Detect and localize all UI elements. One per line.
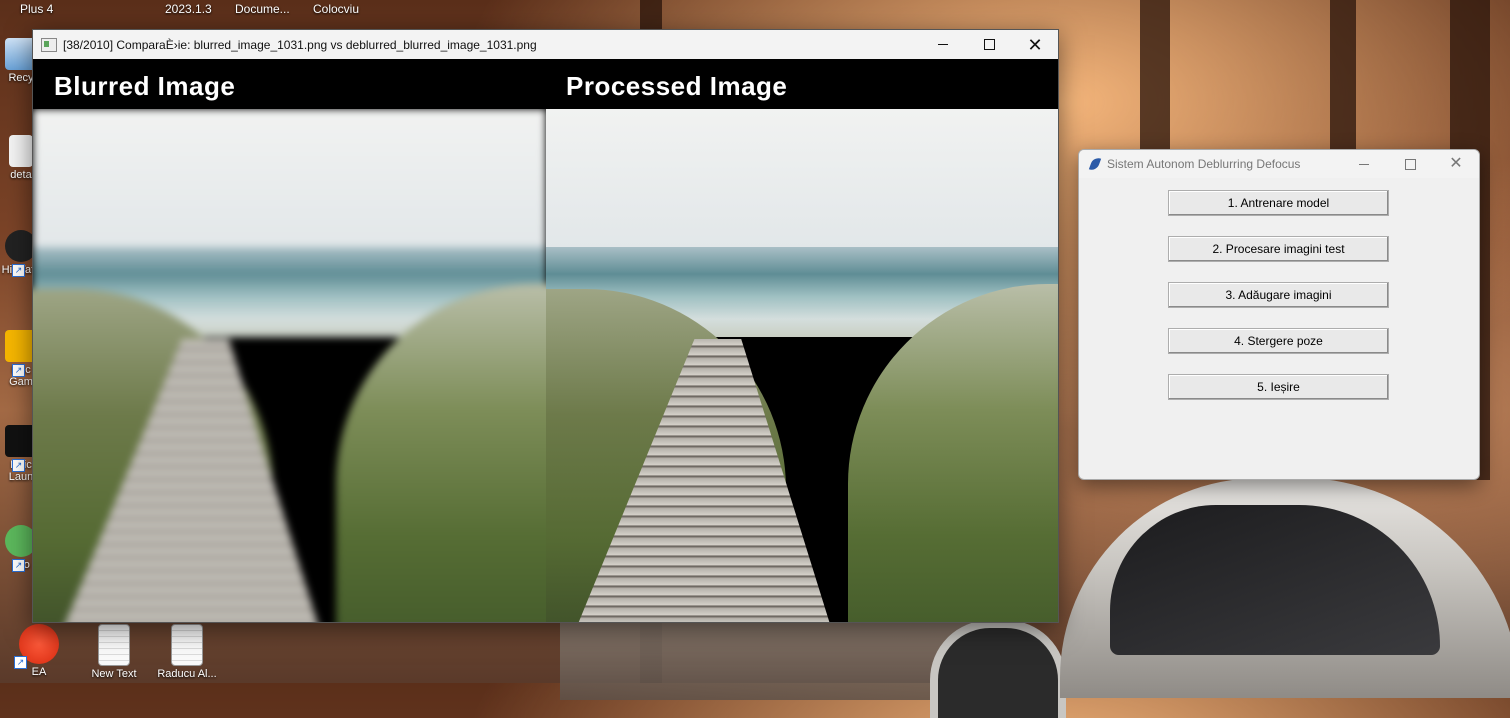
process-test-images-button[interactable]: 2. Procesare imagini test <box>1168 236 1389 262</box>
desktop-icon-ea[interactable]: ↗ EA <box>14 624 64 678</box>
blurred-image <box>33 109 546 622</box>
maximize-button[interactable] <box>966 30 1012 59</box>
close-button[interactable]: ✕ <box>1012 30 1058 59</box>
text-file-icon <box>171 624 203 666</box>
shortcut-arrow-icon: ↗ <box>12 459 25 472</box>
minimize-icon <box>938 44 948 45</box>
background-road <box>560 620 980 700</box>
background-car-wheel <box>930 620 1066 718</box>
desktop-icon-label: EA <box>31 666 47 678</box>
app-window-title: Sistem Autonom Deblurring Defocus <box>1107 157 1301 171</box>
delete-photos-button[interactable]: 4. Stergere poze <box>1168 328 1389 354</box>
desktop-icon-label: deta <box>10 169 32 181</box>
text-file-icon <box>98 624 130 666</box>
image-viewer-icon <box>41 37 57 52</box>
image-header-row: Blurred Image Processed Image <box>33 59 1058 109</box>
close-icon: ✕ <box>1449 155 1463 172</box>
shortcut-arrow-icon: ↗ <box>12 559 25 572</box>
desktop-icon-label: Raducu Al... <box>157 668 217 680</box>
close-button[interactable]: ✕ <box>1433 150 1479 178</box>
shortcut-arrow-icon: ↗ <box>12 264 25 277</box>
feather-icon <box>1088 156 1102 172</box>
desktop-icon-label: New Text <box>91 668 137 680</box>
minimize-icon <box>1359 163 1369 165</box>
desktop-top-label[interactable]: Plus 4 <box>20 2 53 16</box>
comparison-window-titlebar[interactable]: [38/2010] ComparaÈ›ie: blurred_image_103… <box>33 30 1058 59</box>
maximize-button[interactable] <box>1387 150 1433 178</box>
desktop-icon-new-text[interactable]: New Text <box>84 624 144 680</box>
comparison-window[interactable]: [38/2010] ComparaÈ›ie: blurred_image_103… <box>32 29 1059 623</box>
document-icon <box>9 135 33 167</box>
add-images-button[interactable]: 3. Adăugare imagini <box>1168 282 1389 308</box>
maximize-icon <box>1404 158 1416 170</box>
desktop-top-label[interactable]: Colocviu <box>313 2 359 16</box>
minimize-button[interactable] <box>1341 150 1387 178</box>
desktop-icon-document[interactable]: Raducu Al... <box>152 624 222 680</box>
app-window-titlebar[interactable]: Sistem Autonom Deblurring Defocus ✕ <box>1079 150 1479 178</box>
train-model-button[interactable]: 1. Antrenare model <box>1168 190 1389 216</box>
blurred-image-title: Blurred Image <box>54 71 236 101</box>
desktop-icon-label: Recy <box>8 72 34 84</box>
processed-image-title: Processed Image <box>566 71 788 101</box>
minimize-button[interactable] <box>920 30 966 59</box>
window-controls: ✕ <box>1341 150 1479 178</box>
window-controls: ✕ <box>920 30 1058 59</box>
window-title: [38/2010] ComparaÈ›ie: blurred_image_103… <box>63 37 537 52</box>
desktop-top-label[interactable]: Docume... <box>235 2 290 16</box>
shortcut-arrow-icon: ↗ <box>14 656 27 669</box>
deblurring-app-window[interactable]: Sistem Autonom Deblurring Defocus ✕ 1. A… <box>1078 149 1480 480</box>
processed-image <box>546 109 1058 622</box>
maximize-icon <box>983 39 995 50</box>
exit-button[interactable]: 5. Ieșire <box>1168 374 1389 400</box>
shortcut-arrow-icon: ↗ <box>12 364 25 377</box>
close-icon: ✕ <box>1027 34 1043 55</box>
desktop-top-label[interactable]: 2023.1.3 <box>165 2 212 16</box>
